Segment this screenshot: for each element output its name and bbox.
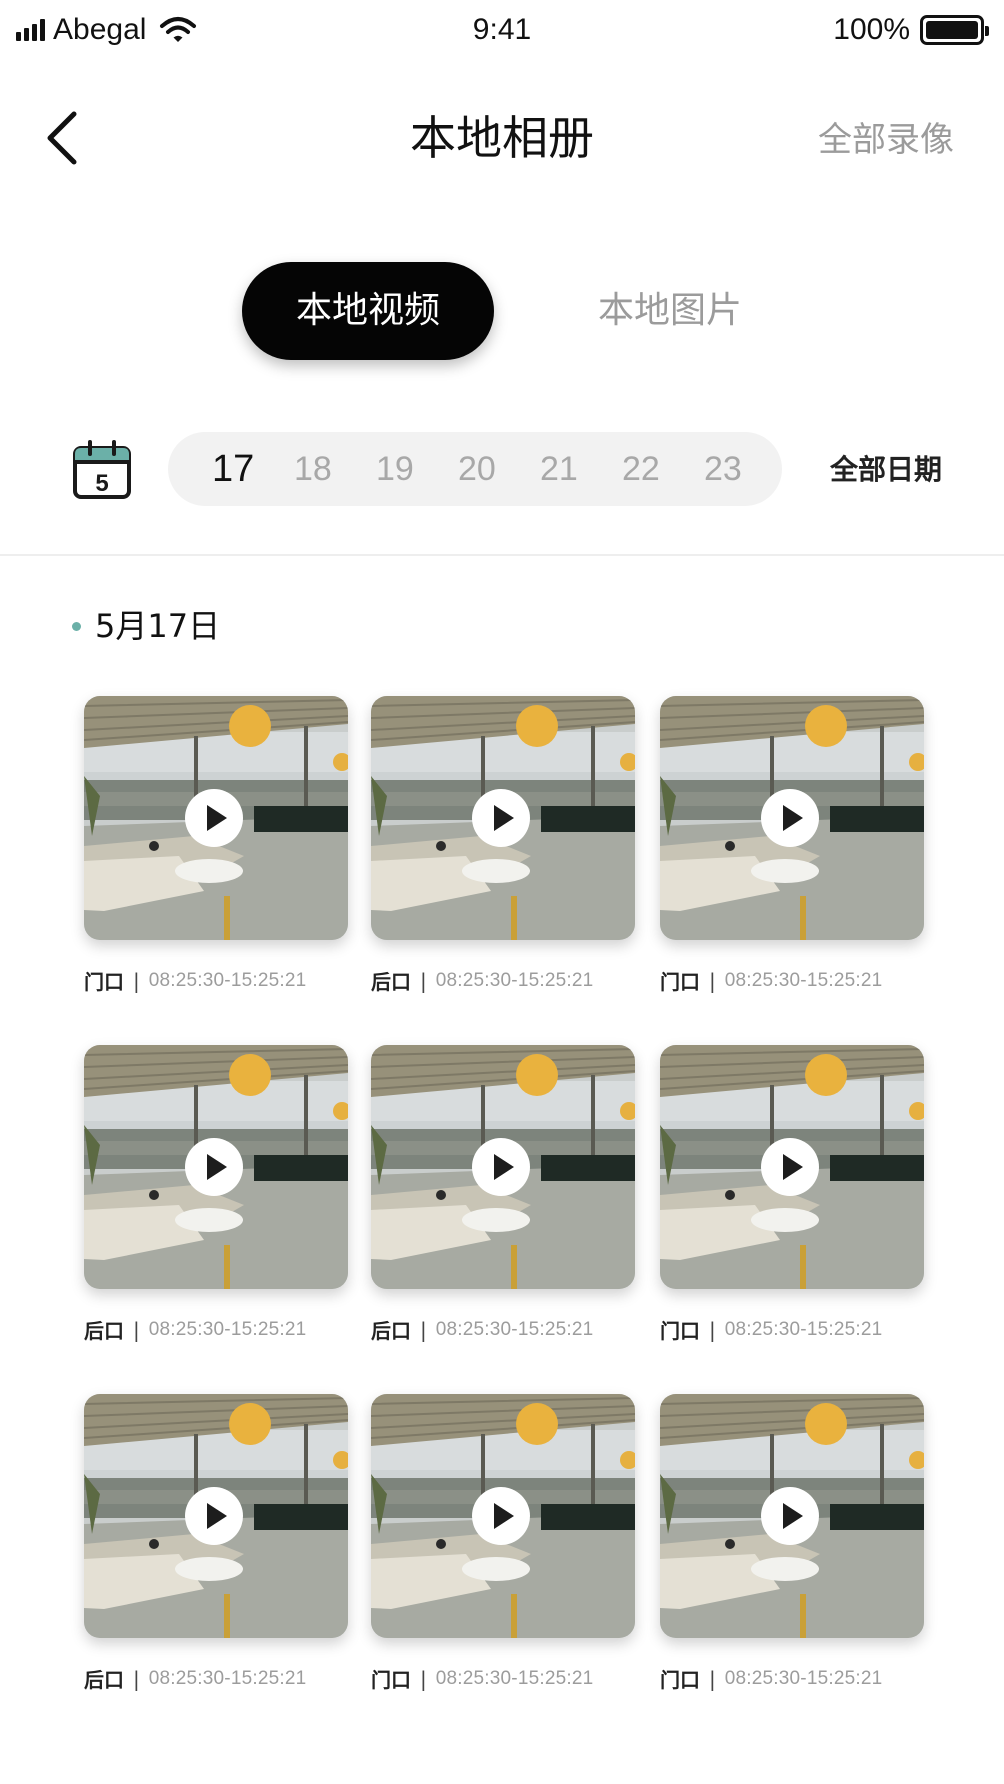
- play-icon[interactable]: [761, 789, 819, 847]
- video-thumbnail[interactable]: [371, 1394, 635, 1638]
- tab-local-video[interactable]: 本地视频: [242, 262, 494, 360]
- video-caption: 门口 | 08:25:30-15:25:21: [371, 1664, 635, 1693]
- caption-separator: |: [420, 1666, 427, 1691]
- caption-separator: |: [133, 1666, 140, 1691]
- divider: [0, 554, 1004, 556]
- day-item-20[interactable]: 20: [454, 450, 536, 489]
- play-icon[interactable]: [472, 789, 530, 847]
- camera-name: 门口: [84, 970, 124, 994]
- video-caption: 门口 | 08:25:30-15:25:21: [660, 1315, 924, 1344]
- all-dates-button[interactable]: 全部日期: [830, 450, 942, 490]
- time-range: 08:25:30-15:25:21: [724, 1667, 883, 1689]
- time-range: 08:25:30-15:25:21: [435, 1318, 594, 1340]
- day-strip: 17 18 19 20 21 22 23: [168, 432, 782, 506]
- video-thumbnail[interactable]: [371, 696, 635, 940]
- media-tabs: 本地视频 本地图片: [0, 262, 1004, 362]
- play-icon[interactable]: [185, 789, 243, 847]
- camera-name: 后口: [84, 1668, 124, 1692]
- status-bar-right: 100%: [833, 12, 989, 48]
- time-range: 08:25:30-15:25:21: [148, 1318, 307, 1340]
- date-selector: 5 17 18 19 20 21 22 23 全部日期: [0, 432, 1004, 508]
- caption-separator: |: [133, 968, 140, 993]
- play-icon[interactable]: [761, 1138, 819, 1196]
- day-item-23[interactable]: 23: [700, 450, 782, 489]
- play-icon[interactable]: [185, 1487, 243, 1545]
- day-item-17[interactable]: 17: [208, 448, 290, 491]
- video-thumbnail[interactable]: [660, 696, 924, 940]
- caption-separator: |: [420, 1317, 427, 1342]
- tab-local-photo[interactable]: 本地图片: [560, 262, 780, 360]
- day-item-22[interactable]: 22: [618, 450, 700, 489]
- day-item-21[interactable]: 21: [536, 450, 618, 489]
- play-icon[interactable]: [185, 1138, 243, 1196]
- play-icon[interactable]: [761, 1487, 819, 1545]
- nav-bar: 本地相册 全部录像: [0, 88, 1004, 188]
- time-range: 08:25:30-15:25:21: [724, 969, 883, 991]
- play-icon[interactable]: [472, 1138, 530, 1196]
- time-range: 08:25:30-15:25:21: [435, 969, 594, 991]
- video-caption: 后口 | 08:25:30-15:25:21: [84, 1664, 348, 1693]
- battery-icon: [920, 15, 989, 45]
- camera-name: 后口: [84, 1319, 124, 1343]
- video-thumbnail[interactable]: [84, 696, 348, 940]
- video-card[interactable]: 门口 | 08:25:30-15:25:21: [660, 1045, 924, 1344]
- time-range: 08:25:30-15:25:21: [724, 1318, 883, 1340]
- camera-name: 门口: [660, 1319, 700, 1343]
- video-card[interactable]: 门口 | 08:25:30-15:25:21: [660, 1394, 924, 1693]
- play-icon[interactable]: [472, 1487, 530, 1545]
- section-dot: [72, 621, 81, 631]
- time-range: 08:25:30-15:25:21: [148, 969, 307, 991]
- caption-separator: |: [133, 1317, 140, 1342]
- time-range: 08:25:30-15:25:21: [435, 1667, 594, 1689]
- video-card[interactable]: 门口 | 08:25:30-15:25:21: [84, 696, 348, 995]
- video-thumbnail[interactable]: [371, 1045, 635, 1289]
- video-card[interactable]: 门口 | 08:25:30-15:25:21: [660, 696, 924, 995]
- battery-percent: 100%: [833, 13, 910, 46]
- video-card[interactable]: 后口 | 08:25:30-15:25:21: [371, 1045, 635, 1344]
- video-thumbnail[interactable]: [84, 1394, 348, 1638]
- camera-name: 门口: [660, 1668, 700, 1692]
- video-caption: 后口 | 08:25:30-15:25:21: [84, 1315, 348, 1344]
- time-range: 08:25:30-15:25:21: [148, 1667, 307, 1689]
- caption-separator: |: [420, 968, 427, 993]
- video-caption: 后口 | 08:25:30-15:25:21: [371, 966, 635, 995]
- section-header: 5月17日: [72, 604, 220, 648]
- caption-separator: |: [709, 1666, 716, 1691]
- caption-separator: |: [709, 968, 716, 993]
- video-card[interactable]: 后口 | 08:25:30-15:25:21: [84, 1394, 348, 1693]
- status-bar: Abegal 9:41 100%: [0, 0, 1004, 62]
- day-item-18[interactable]: 18: [290, 450, 372, 489]
- calendar-icon-day: 5: [95, 470, 108, 497]
- section-date-title: 5月17日: [95, 607, 221, 645]
- caption-separator: |: [709, 1317, 716, 1342]
- calendar-icon[interactable]: 5: [72, 440, 132, 500]
- all-recordings-button[interactable]: 全部录像: [818, 118, 954, 162]
- camera-name: 门口: [371, 1668, 411, 1692]
- video-caption: 门口 | 08:25:30-15:25:21: [84, 966, 348, 995]
- video-caption: 后口 | 08:25:30-15:25:21: [371, 1315, 635, 1344]
- camera-name: 后口: [371, 1319, 411, 1343]
- video-card[interactable]: 门口 | 08:25:30-15:25:21: [371, 1394, 635, 1693]
- video-card[interactable]: 后口 | 08:25:30-15:25:21: [371, 696, 635, 995]
- video-thumbnail[interactable]: [84, 1045, 348, 1289]
- video-thumbnail[interactable]: [660, 1394, 924, 1638]
- video-caption: 门口 | 08:25:30-15:25:21: [660, 966, 924, 995]
- camera-name: 门口: [660, 970, 700, 994]
- video-caption: 门口 | 08:25:30-15:25:21: [660, 1664, 924, 1693]
- day-item-19[interactable]: 19: [372, 450, 454, 489]
- video-card[interactable]: 后口 | 08:25:30-15:25:21: [84, 1045, 348, 1344]
- camera-name: 后口: [371, 970, 411, 994]
- video-thumbnail[interactable]: [660, 1045, 924, 1289]
